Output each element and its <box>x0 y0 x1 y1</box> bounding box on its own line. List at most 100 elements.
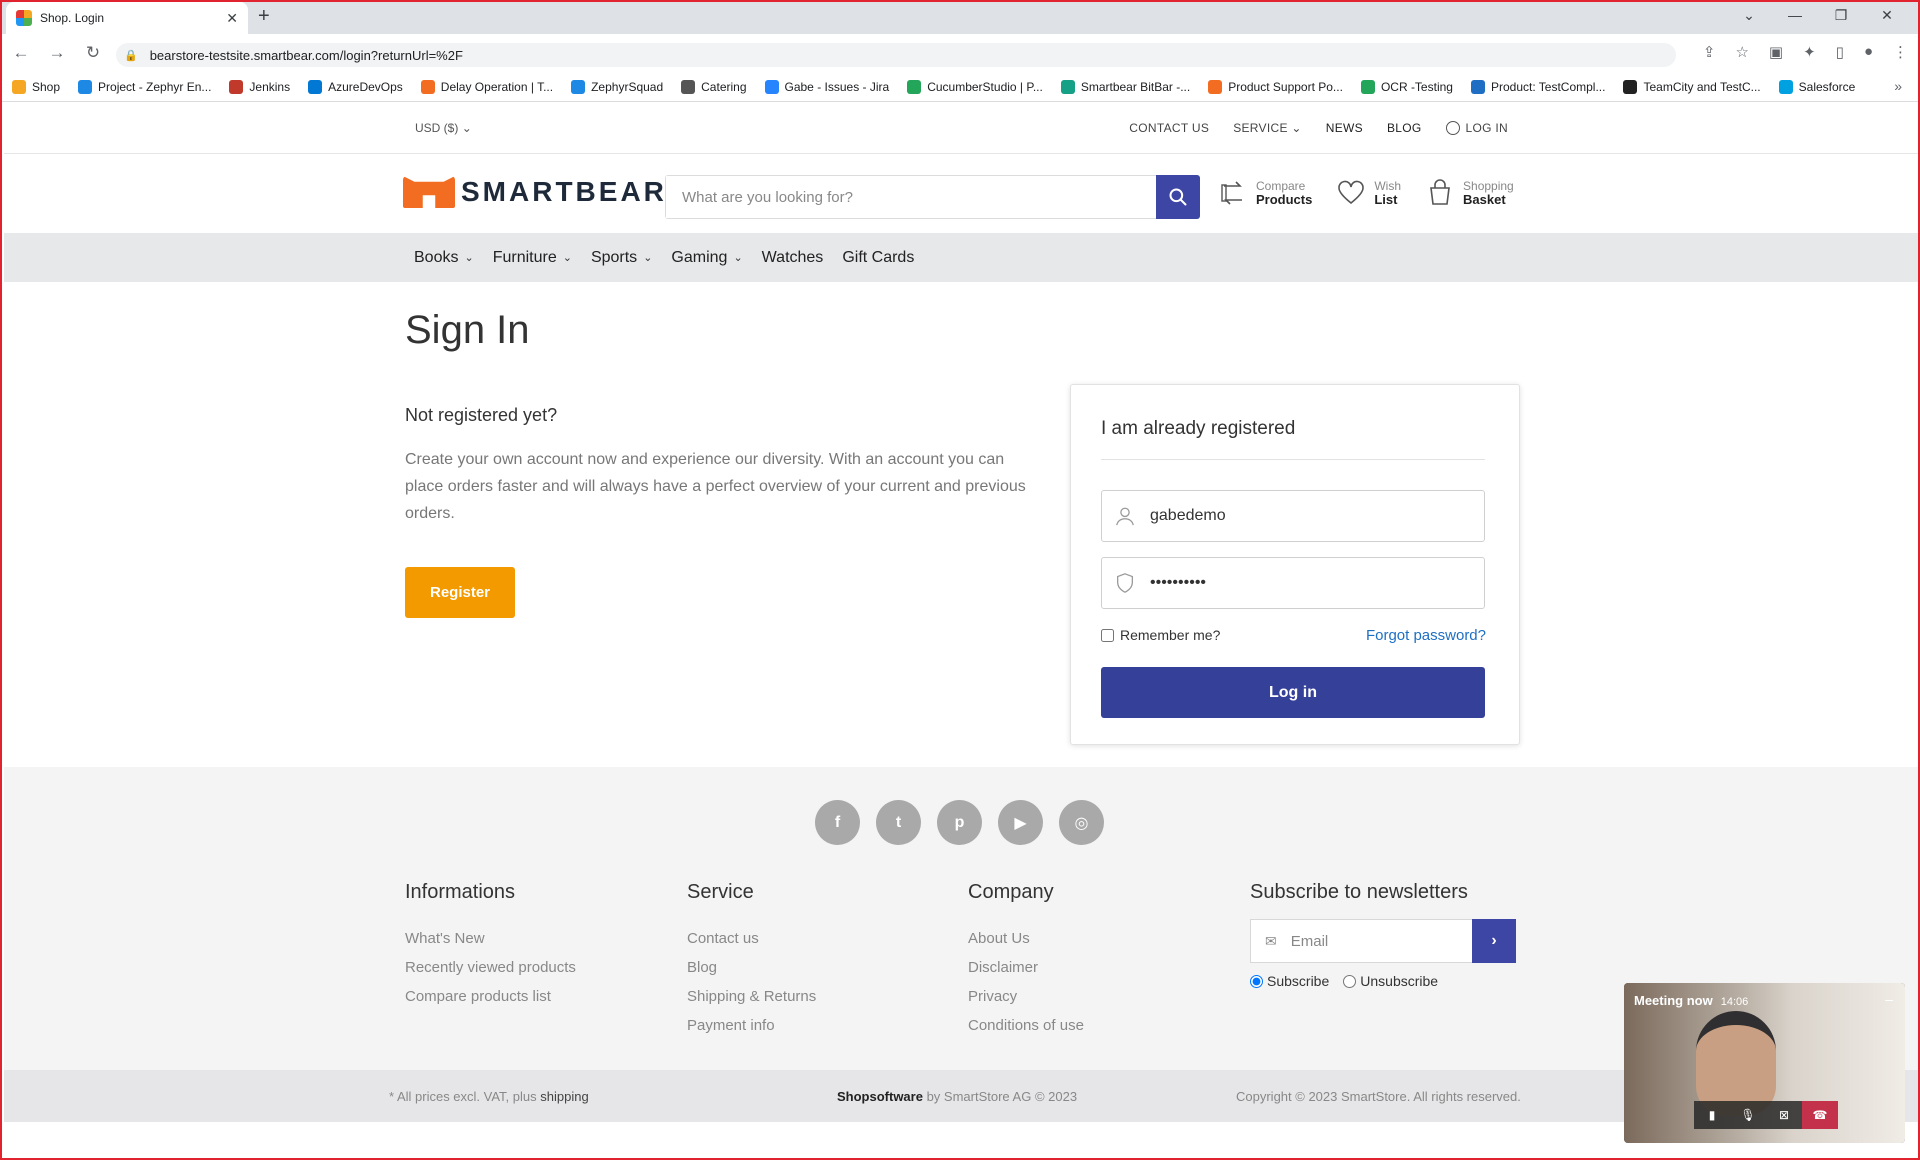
bookmark-item[interactable]: Gabe - Issues - Jira <box>764 79 889 94</box>
unsubscribe-radio[interactable] <box>1343 974 1357 988</box>
chevron-down-icon: ⌄ <box>643 252 653 264</box>
subscribe-option[interactable]: Subscribe <box>1250 973 1329 989</box>
category-item[interactable]: Books ⌄ <box>414 249 474 267</box>
reload-icon[interactable]: ↻ <box>78 43 108 63</box>
register-button[interactable]: Register <box>405 567 515 618</box>
camera-off-icon[interactable]: ▮ <box>1694 1101 1730 1129</box>
search-input[interactable] <box>666 176 1146 218</box>
footer-link[interactable]: Privacy <box>968 982 1084 1011</box>
bookmark-star-icon[interactable]: ☆ <box>1735 43 1748 61</box>
login-link[interactable]: LOG IN <box>1445 121 1508 135</box>
bookmark-item[interactable]: Project - Zephyr En... <box>78 79 211 94</box>
unsubscribe-option[interactable]: Unsubscribe <box>1343 973 1438 989</box>
bookmark-item[interactable]: Product Support Po... <box>1208 79 1343 94</box>
browser-tab[interactable]: Shop. Login ✕ <box>6 2 248 34</box>
twitter-icon[interactable]: t <box>876 800 921 845</box>
footer-informations: Informations What's New Recently viewed … <box>405 881 576 1011</box>
shopsoftware-link[interactable]: Shopsoftware <box>837 1089 923 1104</box>
puzzle-icon[interactable]: ✦ <box>1803 43 1816 61</box>
bookmark-item[interactable]: CucumberStudio | P... <box>907 79 1043 94</box>
bookmark-item[interactable]: Salesforce <box>1778 79 1855 94</box>
address-bar[interactable]: 🔒 bearstore-testsite.smartbear.com/login… <box>116 43 1676 67</box>
shipping-link[interactable]: shipping <box>540 1089 588 1104</box>
wish-label-2: List <box>1374 192 1398 207</box>
footer-link[interactable]: Conditions of use <box>968 1011 1084 1040</box>
compare-products-button[interactable]: Compare Products <box>1218 178 1312 208</box>
bookmark-item[interactable]: Jenkins <box>229 79 290 94</box>
search-button[interactable] <box>1156 175 1200 219</box>
category-item[interactable]: Gaming ⌄ <box>671 249 742 267</box>
newsletter-email-input[interactable] <box>1290 932 1441 950</box>
extension-icon[interactable]: ▣ <box>1769 43 1783 61</box>
bookmark-item[interactable]: Shop <box>12 79 60 94</box>
footer-link[interactable]: Compare products list <box>405 982 576 1011</box>
forgot-password-link[interactable]: Forgot password? <box>1366 627 1486 644</box>
bookmark-item[interactable]: Product: TestCompl... <box>1470 79 1605 94</box>
category-item[interactable]: Sports ⌄ <box>591 249 652 267</box>
forward-icon[interactable]: → <box>42 43 72 63</box>
footer-link[interactable]: Payment info <box>687 1011 816 1040</box>
pinterest-icon[interactable]: p <box>937 800 982 845</box>
shopping-basket-button[interactable]: Shopping Basket <box>1425 178 1514 208</box>
sidepanel-icon[interactable]: ▯ <box>1836 43 1844 61</box>
tab-search-icon[interactable]: ⌄ <box>1726 2 1772 28</box>
youtube-icon[interactable]: ▶ <box>998 800 1043 845</box>
chevron-down-icon: ⌄ <box>464 252 474 264</box>
user-icon <box>1445 121 1460 135</box>
newsletter-heading: Subscribe to newsletters <box>1250 881 1468 903</box>
footer-link[interactable]: About Us <box>968 924 1084 953</box>
news-link[interactable]: NEWS <box>1326 121 1363 135</box>
category-item[interactable]: Watches <box>762 249 824 267</box>
meeting-overlay[interactable]: Meeting now 14:06 – ▮ 🎙 ⊠ ☎ <box>1624 983 1905 1143</box>
hang-up-icon[interactable]: ☎ <box>1802 1101 1838 1129</box>
share-screen-icon[interactable]: ⊠ <box>1766 1101 1802 1129</box>
close-tab-icon[interactable]: ✕ <box>226 10 238 27</box>
newsletter-submit-button[interactable]: › <box>1472 919 1516 963</box>
copyright: Copyright © 2023 SmartStore. All rights … <box>1236 1089 1521 1104</box>
compare-icon <box>1221 181 1242 205</box>
instagram-icon[interactable]: ◎ <box>1059 800 1104 845</box>
category-item[interactable]: Furniture ⌄ <box>493 249 572 267</box>
contact-us-link[interactable]: CONTACT US <box>1129 121 1209 135</box>
footer-link[interactable]: Shipping & Returns <box>687 982 816 1011</box>
bookmark-item[interactable]: ZephyrSquad <box>571 79 663 94</box>
back-icon[interactable]: ← <box>6 43 36 63</box>
footer-link[interactable]: Recently viewed products <box>405 953 576 982</box>
login-button[interactable]: Log in <box>1101 667 1485 718</box>
footer-link[interactable]: Disclaimer <box>968 953 1084 982</box>
facebook-icon[interactable]: f <box>815 800 860 845</box>
restore-icon[interactable]: ❐ <box>1818 2 1864 28</box>
footer-link[interactable]: Blog <box>687 953 816 982</box>
remember-me-checkbox[interactable] <box>1101 628 1114 642</box>
minimize-icon[interactable]: — <box>1772 2 1818 28</box>
bookmark-item[interactable]: OCR -Testing <box>1360 79 1453 94</box>
site-logo[interactable]: SMARTBEAR <box>403 176 667 208</box>
category-item[interactable]: Gift Cards <box>842 249 914 267</box>
footer-link[interactable]: What's New <box>405 924 576 953</box>
footer-link[interactable]: Contact us <box>687 924 816 953</box>
bookmark-item[interactable]: Delay Operation | T... <box>420 79 553 94</box>
menu-icon[interactable]: ⋮ <box>1893 43 1908 61</box>
bookmark-item[interactable]: Smartbear BitBar -... <box>1060 79 1190 94</box>
bookmark-icon <box>1623 79 1638 94</box>
share-icon[interactable]: ⇪ <box>1703 43 1716 61</box>
blog-link[interactable]: BLOG <box>1387 121 1422 135</box>
microphone-icon[interactable]: 🎙 <box>1730 1101 1766 1129</box>
close-window-icon[interactable]: ✕ <box>1864 2 1910 28</box>
password-input[interactable] <box>1150 574 1470 592</box>
minimize-icon[interactable]: – <box>1885 991 1893 1007</box>
bookmark-item[interactable]: Catering <box>681 79 747 94</box>
currency-selector[interactable]: USD ($) ⌄ <box>415 121 472 135</box>
new-tab-icon[interactable]: + <box>258 5 270 28</box>
more-bookmarks-icon[interactable]: » <box>1894 78 1902 94</box>
browser-toolbar: ← → ↻ 🔒 bearstore-testsite.smartbear.com… <box>0 34 1920 72</box>
subscribe-radio[interactable] <box>1250 974 1263 988</box>
remember-me[interactable]: Remember me? <box>1101 627 1220 643</box>
bookmark-item[interactable]: AzureDevOps <box>308 79 403 94</box>
profile-icon[interactable]: ● <box>1864 43 1873 61</box>
bookmark-item[interactable]: TeamCity and TestC... <box>1623 79 1761 94</box>
username-input[interactable] <box>1150 507 1470 525</box>
category-label: Gaming <box>671 248 728 266</box>
wish-list-button[interactable]: Wish List <box>1336 178 1401 208</box>
service-menu[interactable]: SERVICE ⌄ <box>1233 121 1302 135</box>
